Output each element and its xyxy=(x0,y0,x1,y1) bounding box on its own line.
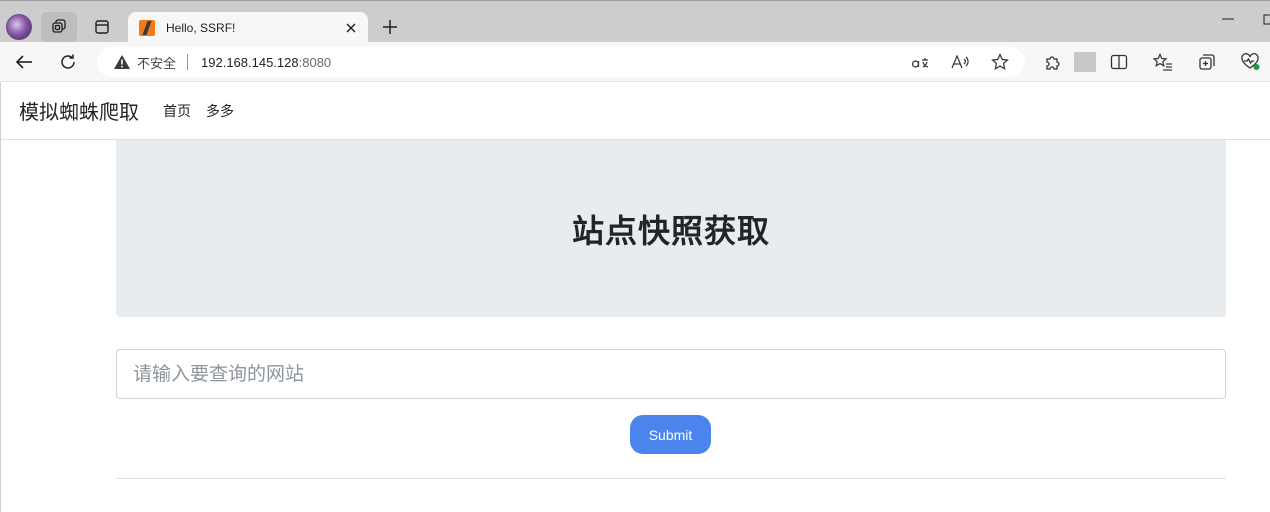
divider-line xyxy=(116,478,1226,479)
page-title: 站点快照获取 xyxy=(571,211,770,250)
site-navbar: 模拟蜘蛛爬取 首页 多多 xyxy=(1,82,1270,140)
collections-icon[interactable] xyxy=(1196,52,1218,72)
address-divider xyxy=(187,54,189,70)
back-arrow-icon[interactable] xyxy=(12,50,36,74)
website-url-input[interactable] xyxy=(116,349,1226,399)
browser-toolbar: 不安全 192.168.145.128:8080 xyxy=(0,42,1270,82)
tab-title: Hello, SSRF! xyxy=(166,21,236,35)
reload-icon[interactable] xyxy=(56,50,80,74)
workspaces-icon[interactable] xyxy=(41,12,77,42)
favorite-star-icon[interactable] xyxy=(989,52,1011,72)
translate-icon[interactable] xyxy=(909,52,931,72)
extensions-puzzle-icon[interactable] xyxy=(1042,52,1064,72)
tab-actions-icon[interactable] xyxy=(88,12,116,42)
browser-essentials-heart-icon[interactable] xyxy=(1240,52,1262,72)
insecure-label[interactable]: 不安全 xyxy=(137,53,176,72)
minimize-icon[interactable] xyxy=(1218,9,1238,29)
profile-avatar[interactable] xyxy=(6,14,32,40)
warning-triangle-icon[interactable] xyxy=(114,55,130,69)
web-page: 模拟蜘蛛爬取 首页 多多 站点快照获取 Submit xyxy=(0,82,1270,512)
nav-link-home[interactable]: 首页 xyxy=(163,101,191,121)
browser-tab-strip: Hello, SSRF! xyxy=(0,0,1270,44)
close-tab-icon[interactable] xyxy=(342,19,360,37)
read-aloud-icon[interactable] xyxy=(949,52,971,72)
address-bar[interactable]: 不安全 192.168.145.128:8080 xyxy=(97,47,1025,77)
browser-tab-active[interactable]: Hello, SSRF! xyxy=(128,12,368,44)
url-host[interactable]: 192.168.145.128 xyxy=(201,55,299,70)
split-screen-icon[interactable] xyxy=(1108,52,1130,72)
hero-jumbotron: 站点快照获取 xyxy=(116,140,1226,317)
favorites-list-icon[interactable] xyxy=(1152,52,1174,72)
toolbar-divider xyxy=(1074,52,1096,72)
new-tab-icon[interactable] xyxy=(378,15,402,39)
submit-button[interactable]: Submit xyxy=(630,415,711,454)
site-favicon-icon xyxy=(139,20,155,36)
nav-link-more[interactable]: 多多 xyxy=(206,101,234,121)
maximize-icon[interactable] xyxy=(1262,9,1270,29)
url-port[interactable]: :8080 xyxy=(299,55,332,70)
site-brand[interactable]: 模拟蜘蛛爬取 xyxy=(19,96,139,125)
